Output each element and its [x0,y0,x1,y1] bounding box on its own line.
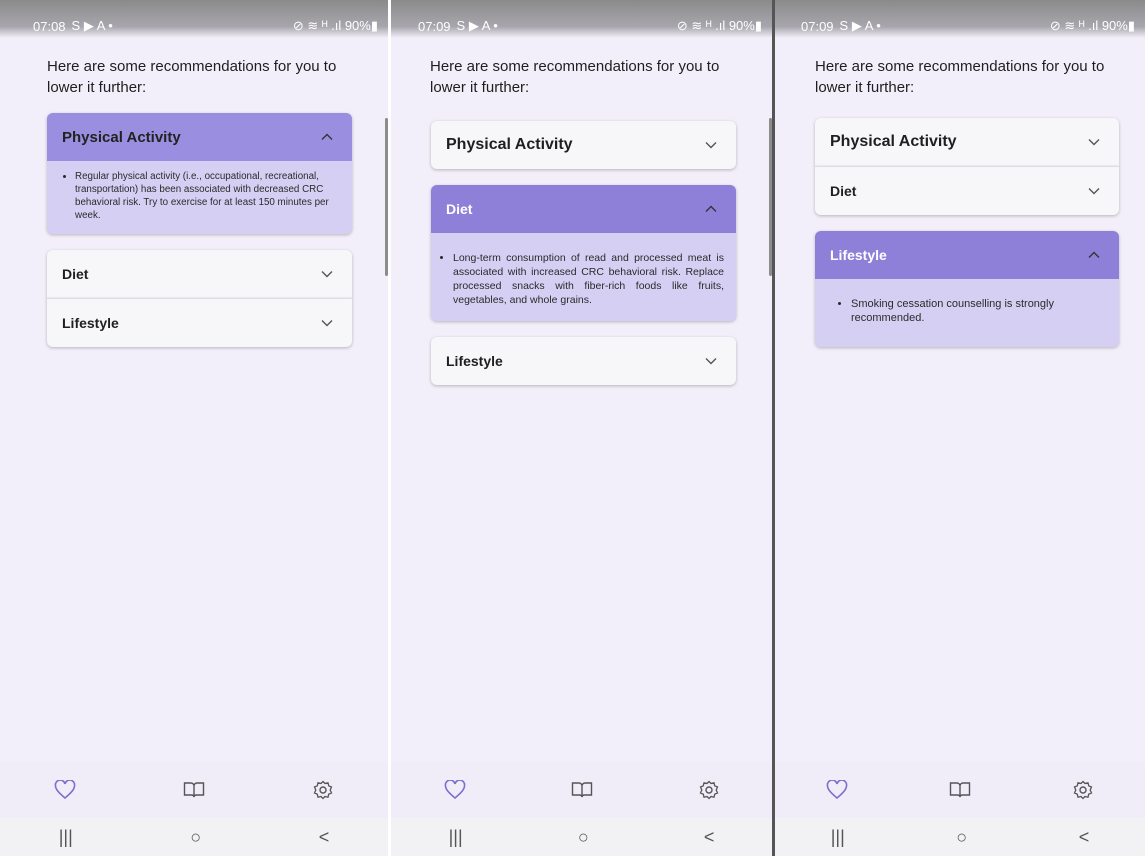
recommendations-accordion: Physical Activity Regular physical activ… [47,113,352,363]
section-header-diet[interactable]: Diet [47,250,352,298]
section-title: Diet [62,266,89,282]
recents-button[interactable]: ||| [59,827,73,848]
settings-icon [1073,780,1093,800]
section-lifestyle: Lifestyle [431,337,736,385]
back-button[interactable]: < [319,827,330,848]
settings-icon [699,780,718,800]
phone-screen-3: 07:09 S ▶ A • ⊘ ≋ ᴴ .ıl 90%▮ Here are so… [775,0,1145,856]
nav-settings-button[interactable] [689,770,729,810]
section-physical-activity: Physical Activity Regular physical activ… [47,113,352,234]
system-navigation: ||| ○ < [0,818,388,856]
intro-text: Here are some recommendations for you to… [47,58,337,96]
intro-text: Here are some recommendations for you to… [430,58,720,96]
heart-icon [826,780,847,800]
section-title: Lifestyle [62,315,119,331]
settings-icon [313,780,333,800]
system-navigation: ||| ○ < [775,818,1145,856]
clock: 07:09 [418,18,451,34]
home-button[interactable]: ○ [578,827,589,848]
section-title: Diet [830,183,857,199]
chevron-down-icon [705,358,717,365]
status-bar: 07:09 S ▶ A • ⊘ ≋ ᴴ .ıl 90%▮ [391,0,772,38]
recommendation-item: Smoking cessation counselling is strongl… [851,297,1107,325]
notification-icons: S ▶ A • [839,18,881,33]
section-content: Smoking cessation counselling is strongl… [815,279,1119,347]
heart-icon [444,780,465,800]
section-header-physical-activity[interactable]: Physical Activity [815,118,1119,166]
chevron-up-icon [321,133,333,140]
notification-icons: S ▶ A • [456,18,498,33]
system-status-icons: ⊘ ≋ ᴴ .ıl 90%▮ [1049,18,1135,33]
back-button[interactable]: < [1079,827,1090,848]
section-header-lifestyle[interactable]: Lifestyle [431,337,736,385]
section-content: Regular physical activity (i.e., occupat… [47,161,352,234]
nav-settings-button[interactable] [1063,770,1103,810]
recommendations-accordion: Physical Activity Diet Long-term consump… [431,121,736,401]
recents-button[interactable]: ||| [831,827,845,848]
section-header-physical-activity[interactable]: Physical Activity [47,113,352,161]
chevron-down-icon [1088,188,1100,195]
nav-library-button[interactable] [940,770,980,810]
section-header-lifestyle[interactable]: Lifestyle [47,299,352,347]
recommendation-item: Regular physical activity (i.e., occupat… [75,170,342,222]
section-diet: Diet Long-term consumption of read and p… [431,185,736,321]
section-title: Diet [446,201,473,217]
intro-text: Here are some recommendations for you to… [815,58,1105,96]
heart-icon [54,780,75,800]
section-header-lifestyle[interactable]: Lifestyle [815,231,1119,279]
section-lifestyle: Lifestyle [47,298,352,347]
notification-icons: S ▶ A • [71,18,113,33]
nav-library-button[interactable] [562,770,602,810]
section-diet: Diet [47,250,352,298]
bottom-navigation [0,762,388,818]
bottom-navigation [391,762,772,818]
section-title: Lifestyle [830,247,887,263]
home-button[interactable]: ○ [190,827,201,848]
recommendations-accordion: Physical Activity Diet Lifestyle Smoking… [815,118,1119,363]
nav-settings-button[interactable] [303,770,343,810]
section-diet: Diet [815,166,1119,215]
section-header-diet[interactable]: Diet [431,185,736,233]
recommendation-item: Long-term consumption of read and proces… [453,251,724,307]
chevron-up-icon [1088,251,1100,258]
chevron-down-icon [321,271,333,278]
back-button[interactable]: < [704,827,715,848]
status-bar: 07:08 S ▶ A • ⊘ ≋ ᴴ .ıl 90%▮ [0,0,388,38]
clock: 07:08 [33,18,66,34]
section-content: Long-term consumption of read and proces… [431,233,736,321]
chevron-down-icon [1088,139,1100,146]
section-header-physical-activity[interactable]: Physical Activity [431,121,736,169]
chevron-down-icon [321,320,333,327]
nav-library-button[interactable] [174,770,214,810]
section-header-diet[interactable]: Diet [815,167,1119,215]
bottom-navigation [775,762,1145,818]
home-button[interactable]: ○ [956,827,967,848]
section-lifestyle: Lifestyle Smoking cessation counselling … [815,231,1119,347]
phone-screen-2: 07:09 S ▶ A • ⊘ ≋ ᴴ .ıl 90%▮ Here are so… [391,0,772,856]
phone-screen-1: 07:08 S ▶ A • ⊘ ≋ ᴴ .ıl 90%▮ Here are so… [0,0,388,856]
section-title: Lifestyle [446,353,503,369]
book-icon [571,782,592,798]
nav-home-button[interactable] [435,770,475,810]
book-icon [949,782,971,798]
nav-home-button[interactable] [817,770,857,810]
system-status-icons: ⊘ ≋ ᴴ .ıl 90%▮ [292,18,378,33]
chevron-down-icon [705,142,717,149]
book-icon [183,782,205,798]
nav-home-button[interactable] [45,770,85,810]
section-title: Physical Activity [446,136,573,153]
clock: 07:09 [801,18,834,34]
status-bar: 07:09 S ▶ A • ⊘ ≋ ᴴ .ıl 90%▮ [775,0,1145,38]
section-physical-activity: Physical Activity [431,121,736,169]
system-navigation: ||| ○ < [391,818,772,856]
recents-button[interactable]: ||| [449,827,463,848]
chevron-up-icon [705,205,717,212]
section-title: Physical Activity [62,128,181,146]
section-physical-activity: Physical Activity [815,118,1119,166]
section-title: Physical Activity [830,133,957,150]
system-status-icons: ⊘ ≋ ᴴ .ıl 90%▮ [676,18,762,33]
